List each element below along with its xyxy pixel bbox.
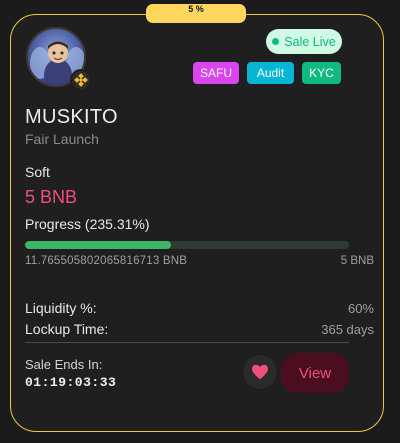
project-name: MUSKITO xyxy=(25,106,118,128)
divider xyxy=(25,342,349,343)
status-label: Sale Live xyxy=(284,34,336,49)
progress-percent-tab: 5 % xyxy=(146,4,246,23)
sale-ends-label: Sale Ends In: xyxy=(25,357,103,372)
progress-bar-fill xyxy=(25,241,171,249)
liquidity-label: Liquidity %: xyxy=(25,300,97,316)
lockup-value: 365 days xyxy=(321,322,374,337)
raised-amount: 11.765505802065816713 BNB xyxy=(25,255,188,267)
status-badge: Sale Live xyxy=(266,29,342,54)
tag-safu[interactable]: SAFU xyxy=(193,62,239,84)
status-dot-icon xyxy=(272,38,280,45)
project-avatar-wrap xyxy=(26,27,92,91)
bnb-chain-icon xyxy=(70,69,92,91)
sale-countdown: 01:19:03:33 xyxy=(25,375,117,390)
tag-kyc[interactable]: KYC xyxy=(302,62,341,84)
soft-cap-value: 5 BNB xyxy=(25,187,78,207)
lockup-label: Lockup Time: xyxy=(25,321,109,337)
tag-list: SAFU Audit KYC xyxy=(193,62,341,84)
progress-label: Progress (235.31%) xyxy=(25,216,150,232)
cap-amount: 5 BNB xyxy=(340,255,374,267)
progress-bar xyxy=(25,241,349,249)
soft-cap-label: Soft xyxy=(25,164,50,180)
view-button[interactable]: View xyxy=(281,353,349,393)
liquidity-value: 60% xyxy=(347,301,374,316)
heart-icon xyxy=(252,364,268,380)
launch-type: Fair Launch xyxy=(25,131,99,147)
tag-audit[interactable]: Audit xyxy=(247,62,294,84)
favorite-button[interactable] xyxy=(243,355,277,389)
